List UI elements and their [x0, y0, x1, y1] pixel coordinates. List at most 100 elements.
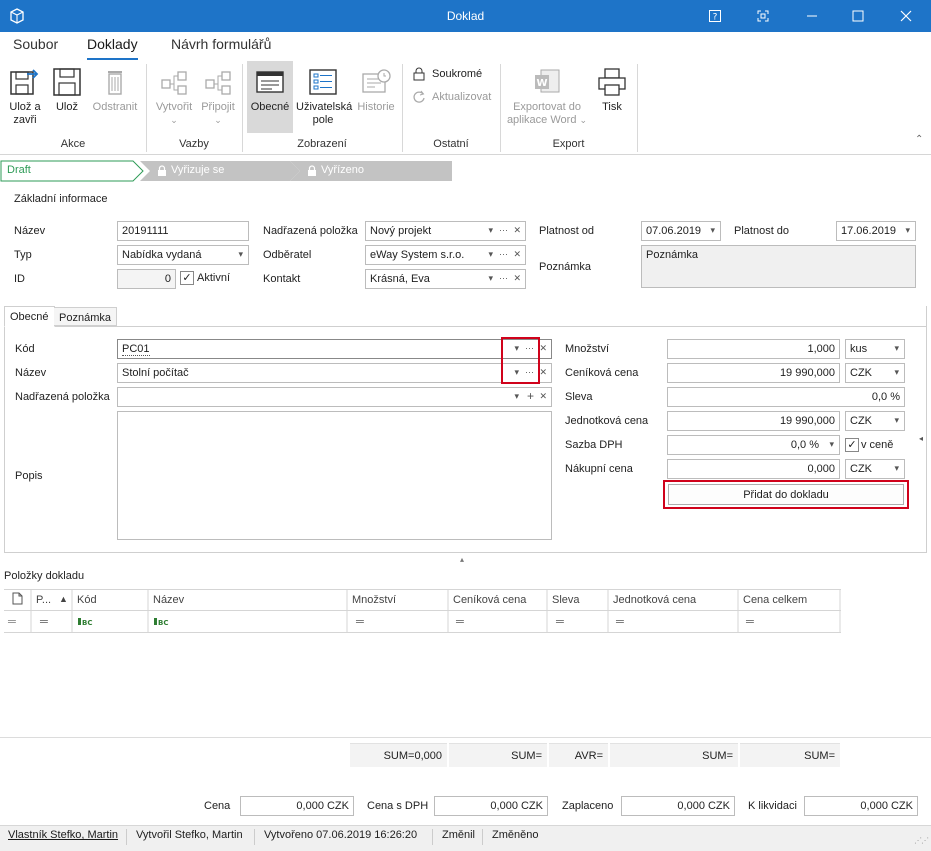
v-cene-checkbox[interactable]: ✓ [845, 438, 859, 452]
more-icon[interactable]: ··· [499, 249, 508, 259]
odstranit-button[interactable]: Odstranit [90, 66, 140, 114]
chevron-down-icon[interactable]: ▾ [514, 391, 519, 402]
checkmark-icon: ✓ [182, 272, 192, 284]
ribbon-tab-navrh-formularu[interactable]: Návrh formulářů [171, 36, 271, 60]
filter-text-icon[interactable]: BC [154, 617, 170, 629]
sleva-label: Sleva [565, 391, 593, 403]
tab-poznamka[interactable]: Poznámka [54, 307, 117, 326]
kontakt-select[interactable]: Krásná, Eva ▾ ··· ✕ [365, 269, 526, 289]
avr-sleva: AVR= [549, 743, 608, 767]
kod-input[interactable]: PC01 ▾ ··· ✕ [117, 339, 552, 359]
cena-dph-label: Cena s DPH [367, 800, 429, 812]
jednotkova-input[interactable]: 19 990,000 [667, 411, 840, 431]
aktivni-checkbox[interactable]: ✓ [180, 271, 194, 285]
splitter-collapse-icon[interactable]: ▴ [460, 555, 464, 564]
trash-icon [108, 71, 122, 95]
tab-obecne[interactable]: Obecné [4, 306, 55, 327]
typ-select[interactable]: Nabídka vydaná ▾ [117, 245, 249, 265]
uloz-a-zavri-button[interactable]: Ulož a zavři [6, 66, 44, 127]
filter-equals-icon[interactable]: ═ [556, 616, 564, 628]
chevron-down-icon[interactable]: ▾ [488, 273, 493, 284]
workflow-step-vyrizeno[interactable]: Vyřízeno [307, 164, 364, 176]
cenikova-input[interactable]: 19 990,000 [667, 363, 840, 383]
mnozstvi-input[interactable]: 1,000 [667, 339, 840, 359]
nakupni-currency-select[interactable]: CZK ▾ [845, 459, 905, 479]
item-nadrazena-input[interactable]: ▾ + ✕ [117, 387, 552, 407]
pridat-do-dokladu-button[interactable]: Přidat do dokladu [668, 484, 904, 505]
help-icon: ? [709, 10, 721, 22]
chevron-down-icon: ▾ [238, 249, 243, 259]
historie-button[interactable]: Historie [354, 66, 398, 114]
export-word-button[interactable]: W Exportovat do aplikace Word ⌄ [505, 66, 589, 127]
uzivatelska-pole-button[interactable]: Uživatelská pole [296, 66, 352, 127]
fullscreen-button[interactable] [740, 0, 786, 32]
uloz-button[interactable]: Ulož [50, 66, 84, 114]
filter-equals-icon[interactable]: ═ [456, 616, 464, 628]
clear-icon[interactable]: ✕ [539, 343, 547, 354]
maximize-button[interactable] [835, 0, 881, 32]
nazev-input[interactable]: 20191111 [117, 221, 249, 241]
add-icon[interactable]: + [527, 389, 534, 403]
workflow-step-label: Vyřizuje se [171, 164, 225, 176]
platnost-od-input[interactable]: 07.06.2019 ▾ [641, 221, 721, 241]
resize-grip-icon[interactable]: ⋰⋰ [914, 836, 929, 845]
workflow-step-vyrizuje-se[interactable]: Vyřizuje se [157, 164, 224, 176]
history-icon [362, 69, 391, 93]
minimize-button[interactable] [789, 0, 835, 32]
clear-icon[interactable]: ✕ [513, 273, 521, 284]
svg-text:W: W [536, 78, 547, 89]
filter-equals-icon[interactable]: ═ [356, 616, 364, 628]
mnozstvi-unit-select[interactable]: kus ▾ [845, 339, 905, 359]
close-button[interactable] [883, 0, 929, 32]
sleva-input[interactable]: 0,0 % [667, 387, 905, 407]
filter-equals-icon[interactable]: ═ [40, 616, 48, 628]
odberatel-select[interactable]: eWay System s.r.o. ▾ ··· ✕ [365, 245, 526, 265]
vytvorit-dropdown-icon: ⌄ [170, 115, 178, 125]
attach-link-icon [205, 71, 231, 95]
obecne-view-button[interactable]: Obecné [247, 61, 293, 133]
custom-fields-icon [309, 69, 337, 95]
sazba-value: 0,0 % [790, 439, 819, 451]
sazba-select[interactable]: 0,0 % ▾ [667, 435, 840, 455]
soukrome-button[interactable]: Soukromé [412, 66, 482, 82]
filter-equals-icon[interactable]: ═ [8, 616, 16, 628]
jednotkova-currency-select[interactable]: CZK ▾ [845, 411, 905, 431]
ribbon-tab-doklady[interactable]: Doklady [87, 36, 138, 60]
cenikova-currency-select[interactable]: CZK ▾ [845, 363, 905, 383]
chevron-down-icon[interactable]: ▾ [905, 225, 910, 236]
clear-icon[interactable]: ✕ [513, 225, 521, 236]
clear-icon[interactable]: ✕ [539, 367, 547, 378]
filter-equals-icon[interactable]: ═ [616, 616, 624, 628]
text-filter-icon: BC [78, 618, 92, 627]
item-nazev-input[interactable]: Stolní počítač ▾ ··· ✕ [117, 363, 552, 383]
nadrazena-select[interactable]: Nový projekt ▾ ··· ✕ [365, 221, 526, 241]
chevron-down-icon: ▾ [894, 415, 899, 425]
chevron-down-icon[interactable]: ▾ [488, 249, 493, 260]
aktualizovat-button[interactable]: Aktualizovat [412, 89, 491, 105]
clear-icon[interactable]: ✕ [513, 249, 521, 260]
status-separator [254, 829, 255, 845]
ribbon-tab-soubor[interactable]: Soubor [13, 36, 58, 60]
workflow-step-draft[interactable]: Draft [7, 164, 31, 184]
poznamka-textarea[interactable]: Poznámka [641, 245, 916, 288]
nakupni-input[interactable]: 0,000 [667, 459, 840, 479]
kod-value: PC01 [122, 343, 150, 356]
tisk-button[interactable]: Tisk [592, 66, 632, 114]
text-filter-icon: BC [154, 618, 168, 627]
help-button[interactable]: ? [692, 0, 738, 32]
vytvorit-button[interactable]: Vytvořit ⌄ [152, 66, 196, 127]
popis-textarea[interactable] [117, 411, 552, 540]
chevron-down-icon[interactable]: ▾ [488, 225, 493, 236]
panel-collapse-icon[interactable]: ◂ [919, 434, 923, 443]
filter-text-icon[interactable]: BC [78, 617, 94, 629]
printer-icon [598, 68, 626, 96]
more-icon[interactable]: ··· [499, 273, 508, 283]
ribbon-collapse-icon[interactable]: ⌃ [915, 134, 923, 145]
platnost-do-input[interactable]: 17.06.2019 ▾ [836, 221, 916, 241]
more-icon[interactable]: ··· [499, 225, 508, 235]
clear-icon[interactable]: ✕ [539, 391, 547, 402]
filter-equals-icon[interactable]: ═ [746, 616, 754, 628]
pripojit-button[interactable]: Připojit ⌄ [198, 66, 238, 127]
chevron-down-icon[interactable]: ▾ [710, 225, 715, 236]
status-vlastnik-link[interactable]: Vlastník Stefko, Martin [8, 829, 118, 841]
